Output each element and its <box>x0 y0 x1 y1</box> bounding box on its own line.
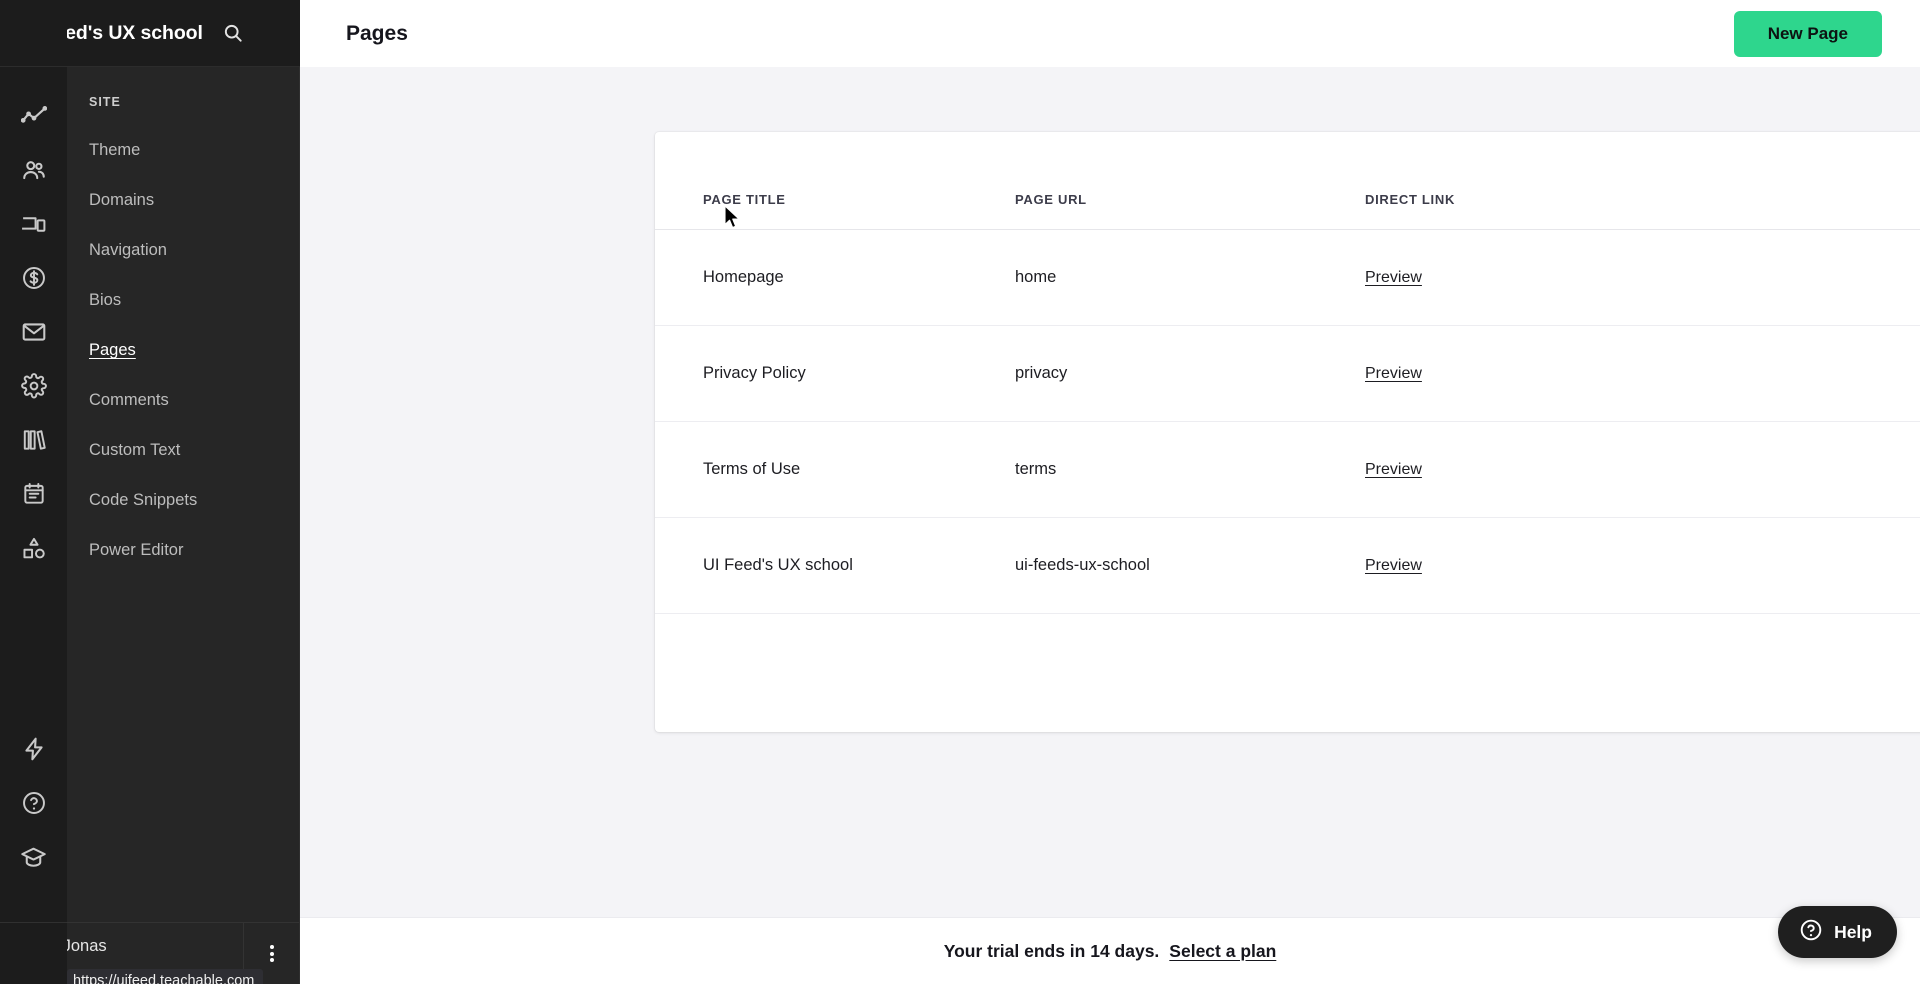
cell-actions: Unpublish <box>1685 517 1920 614</box>
preview-link[interactable]: Preview <box>1365 461 1422 478</box>
cell-direct-link: Preview <box>1365 325 1685 422</box>
table-row: Homepage home Preview Unpublish <box>655 229 1920 326</box>
row-actions: Unpublish <box>1685 263 1920 293</box>
cell-page-url: ui-feeds-ux-school <box>1015 517 1365 614</box>
sidebar-item-label: Custom Text <box>89 441 181 459</box>
rail-icon-list <box>0 67 67 575</box>
sidebar-footer: Sarah Jonas https://uifeed.teachable.com <box>14 922 299 984</box>
table-row: UI Feed's UX school ui-feeds-ux-school P… <box>655 517 1920 614</box>
cell-page-url: privacy <box>1015 325 1365 422</box>
cell-page-title: Privacy Policy <box>655 325 1015 422</box>
sidebar-item-label: Comments <box>89 391 169 409</box>
analytics-icon[interactable] <box>0 89 67 143</box>
lightning-bolt-icon[interactable] <box>0 722 67 776</box>
table-head: PAGE TITLE PAGE URL DIRECT LINK <box>655 132 1920 230</box>
sidebar-item-power-editor[interactable]: Power Editor <box>67 525 299 575</box>
sidebar-item-label: Power Editor <box>89 541 184 559</box>
email-icon[interactable] <box>0 305 67 359</box>
shapes-icon[interactable] <box>0 521 67 575</box>
select-a-plan-link[interactable]: Select a plan <box>1169 941 1276 962</box>
row-actions: Unpublish <box>1685 551 1920 581</box>
table-body: Homepage home Preview Unpublish <box>655 229 1920 614</box>
cell-page-title: Homepage <box>655 229 1015 326</box>
help-widget-button[interactable]: Help <box>1778 906 1897 958</box>
new-page-button[interactable]: New Page <box>1733 10 1882 57</box>
kebab-dot <box>269 958 274 962</box>
content-area: PAGE TITLE PAGE URL DIRECT LINK Homepage… <box>300 67 1920 917</box>
settings-gear-icon[interactable] <box>0 359 67 413</box>
sidebar-item-pages[interactable]: Pages <box>67 325 299 375</box>
kebab-dot <box>269 951 274 956</box>
graduation-cap-icon[interactable] <box>0 830 67 884</box>
row-actions: Unpublish <box>1685 455 1920 485</box>
sidebar-item-code-snippets[interactable]: Code Snippets <box>67 475 299 525</box>
trial-bottom-bar: Your trial ends in 14 days. Select a pla… <box>300 917 1920 984</box>
preview-link[interactable]: Preview <box>1365 365 1422 382</box>
sidebar-item-label: Bios <box>89 291 122 309</box>
column-header-page-title: PAGE TITLE <box>655 132 1015 230</box>
users-icon[interactable] <box>0 143 67 197</box>
cell-page-title: UI Feed's UX school <box>655 517 1015 614</box>
app-root: UI Feed's UX school SITE Theme Domains N… <box>0 0 1920 984</box>
kebab-dot <box>269 945 274 949</box>
sidebar-item-label: Theme <box>89 141 141 159</box>
sidebar-item-bios[interactable]: Bios <box>67 275 299 325</box>
sidebar-item-label: Code Snippets <box>89 491 198 509</box>
rail-bottom-icon-list <box>0 722 67 922</box>
table-row: Privacy Policy privacy Preview Unpublish <box>655 325 1920 422</box>
preview-link[interactable]: Preview <box>1365 557 1422 574</box>
sidebar-group-title: SITE <box>89 95 121 109</box>
top-bar: Pages New Page <box>300 0 1920 67</box>
row-actions: Unpublish <box>1685 359 1920 389</box>
column-header-page-url: PAGE URL <box>1015 132 1365 230</box>
cell-direct-link: Preview <box>1365 517 1685 614</box>
trial-status-text: Your trial ends in 14 days. <box>943 940 1160 961</box>
rail-user-row <box>0 922 67 984</box>
table-row: Terms of Use terms Preview Unpublish <box>655 421 1920 518</box>
preview-link[interactable]: Preview <box>1365 269 1422 286</box>
help-label: Help <box>1834 921 1872 942</box>
cell-page-url: home <box>1015 229 1365 326</box>
sidebar-item-label: Domains <box>89 191 155 209</box>
help-circle-icon[interactable] <box>0 776 67 830</box>
books-icon[interactable] <box>0 413 67 467</box>
pages-card: PAGE TITLE PAGE URL DIRECT LINK Homepage… <box>655 132 1920 732</box>
sidebar-item-label: Pages <box>89 341 136 359</box>
main-area: Pages New Page PAGE TITLE PAGE URL DIREC… <box>300 0 1920 984</box>
sidebar-item-comments[interactable]: Comments <box>67 375 299 425</box>
sidebar-item-domains[interactable]: Domains <box>67 175 299 225</box>
table-header-row: PAGE TITLE PAGE URL DIRECT LINK <box>655 132 1920 230</box>
icon-rail <box>0 0 67 984</box>
sidebar-item-label: Navigation <box>89 241 167 259</box>
cell-actions: Unpublish <box>1685 421 1920 518</box>
cell-direct-link: Preview <box>1365 421 1685 518</box>
sidebar-item-theme[interactable]: Theme <box>67 125 299 175</box>
devices-icon[interactable] <box>0 197 67 251</box>
page-title: Pages <box>346 21 408 45</box>
pages-table: PAGE TITLE PAGE URL DIRECT LINK Homepage… <box>655 132 1920 614</box>
cell-actions: Unpublish <box>1685 325 1920 422</box>
sidebar-nav: SITE Theme Domains Navigation Bios Pages… <box>67 67 299 575</box>
cell-page-url: terms <box>1015 421 1365 518</box>
help-circle-icon <box>1799 918 1823 947</box>
search-icon[interactable] <box>219 19 247 47</box>
cell-page-title: Terms of Use <box>655 421 1015 518</box>
cell-actions: Unpublish <box>1685 229 1920 326</box>
cell-direct-link: Preview <box>1365 229 1685 326</box>
sidebar: UI Feed's UX school SITE Theme Domains N… <box>0 0 300 984</box>
sidebar-item-custom-text[interactable]: Custom Text <box>67 425 299 475</box>
column-header-actions <box>1685 132 1920 230</box>
calendar-list-icon[interactable] <box>0 467 67 521</box>
sales-dollar-icon[interactable] <box>0 251 67 305</box>
status-url-tooltip: https://uifeed.teachable.com <box>67 969 264 984</box>
sidebar-item-navigation[interactable]: Navigation <box>67 225 299 275</box>
rail-header-spacer <box>0 0 67 67</box>
column-header-direct-link: DIRECT LINK <box>1365 132 1685 230</box>
